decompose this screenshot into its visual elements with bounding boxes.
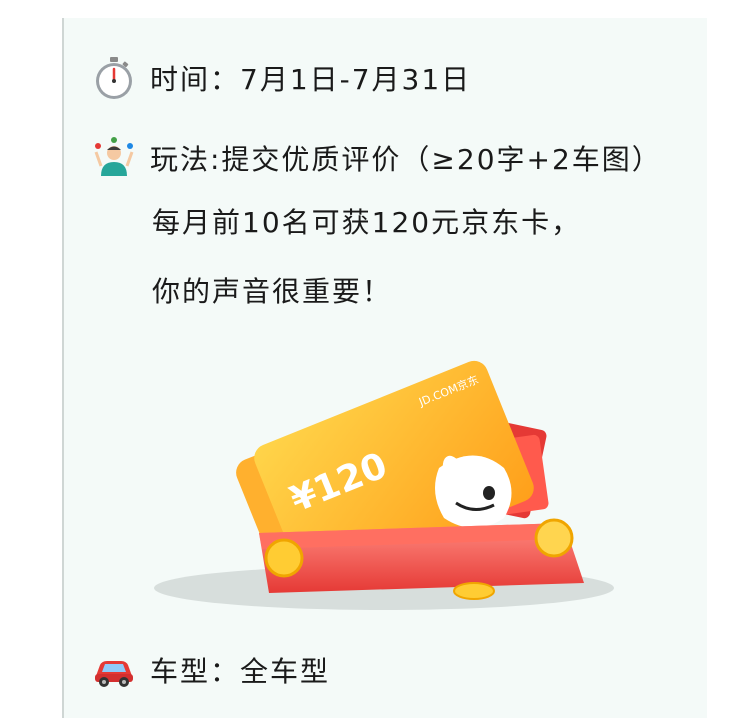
stopwatch-icon <box>92 56 136 100</box>
car-icon <box>92 648 136 692</box>
campaign-panel: 时间：7月1日-7月31日 玩法:提交优质评价（≥20字+2车图） 每月前10名… <box>62 18 707 718</box>
car-text: 车型：全车型 <box>150 655 331 688</box>
juggler-icon <box>92 136 136 180</box>
time-text: 时间：7月1日-7月31日 <box>150 63 472 96</box>
play-text: 玩法:提交优质评价（≥20字+2车图） <box>150 143 662 176</box>
voice-text: 你的声音很重要！ <box>152 275 393 308</box>
car-row: 车型：全车型 <box>92 648 330 692</box>
time-row: 时间：7月1日-7月31日 <box>92 56 471 100</box>
reward-text: 每月前10名可获120元京东卡， <box>152 206 582 239</box>
play-row: 玩法:提交优质评价（≥20字+2车图） <box>92 136 662 180</box>
jd-card-illustration: ¥120 JD.COM京东 <box>144 343 624 613</box>
